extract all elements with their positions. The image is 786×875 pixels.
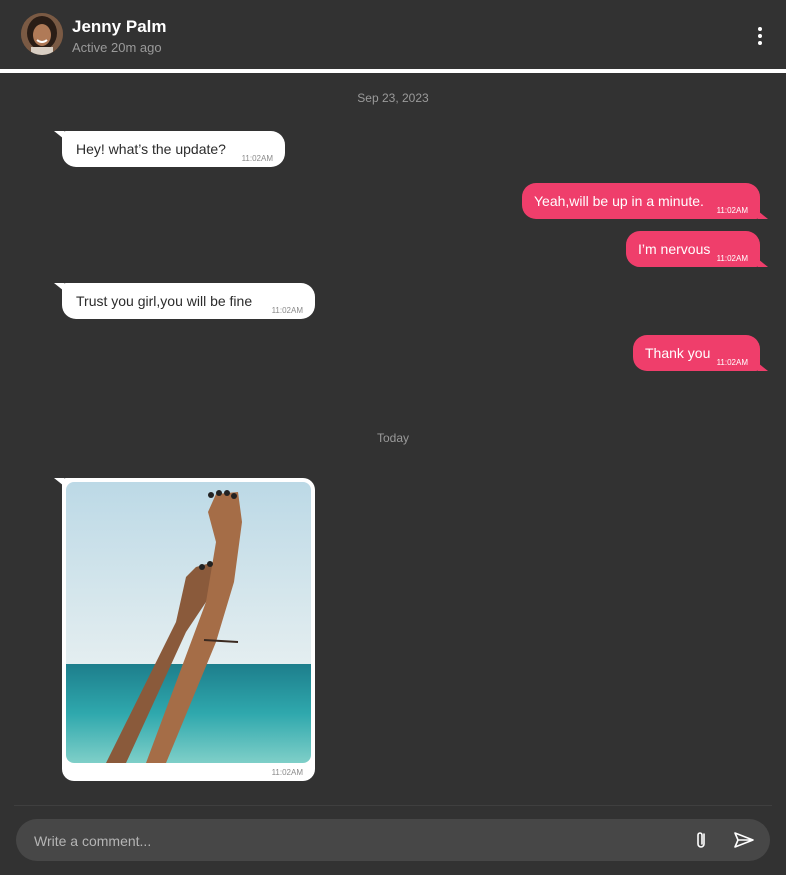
more-options-button[interactable]: [750, 22, 770, 50]
composer: [16, 819, 770, 863]
send-icon: [734, 832, 754, 848]
message-image[interactable]: 11:02AM: [62, 478, 315, 781]
message-outgoing[interactable]: I’m nervous 11:02AM: [626, 231, 760, 267]
date-separator: Today: [376, 431, 410, 445]
message-text: Trust you girl,you will be fine: [76, 293, 253, 309]
message-text: Hey! what’s the update?: [76, 141, 226, 157]
chat-header: Jenny Palm Active 20m ago: [0, 0, 786, 69]
message-time: 11:02AM: [716, 206, 748, 215]
message-incoming[interactable]: Trust you girl,you will be fine 11:02AM: [62, 283, 315, 319]
contact-status: Active 20m ago: [72, 40, 162, 55]
message-outgoing[interactable]: Thank you 11:02AM: [633, 335, 760, 371]
header-divider: [0, 69, 786, 73]
message-time: 11:02AM: [241, 154, 273, 163]
message-incoming[interactable]: Hey! what’s the update? 11:02AM: [62, 131, 285, 167]
bubble-tail: [758, 211, 768, 219]
more-vertical-icon: [758, 27, 762, 31]
message-text: Thank you: [645, 345, 711, 361]
photo[interactable]: [66, 482, 311, 763]
message-text: Yeah,will be up in a minute.: [534, 193, 704, 209]
send-button[interactable]: [733, 829, 755, 851]
message-time: 11:02AM: [271, 768, 303, 777]
message-time: 11:02AM: [271, 306, 303, 315]
message-text: I’m nervous: [638, 241, 711, 257]
comment-input[interactable]: [32, 819, 636, 863]
contact-name: Jenny Palm: [72, 17, 167, 36]
attach-button[interactable]: [690, 829, 712, 851]
composer-divider: [14, 805, 772, 806]
message-time: 11:02AM: [716, 254, 748, 263]
date-separator: Sep 23, 2023: [357, 91, 429, 105]
avatar[interactable]: [21, 13, 63, 55]
paperclip-icon: [697, 832, 705, 848]
bubble-tail: [758, 259, 768, 267]
message-outgoing[interactable]: Yeah,will be up in a minute. 11:02AM: [522, 183, 760, 219]
message-time: 11:02AM: [716, 358, 748, 367]
bubble-tail: [758, 363, 768, 371]
